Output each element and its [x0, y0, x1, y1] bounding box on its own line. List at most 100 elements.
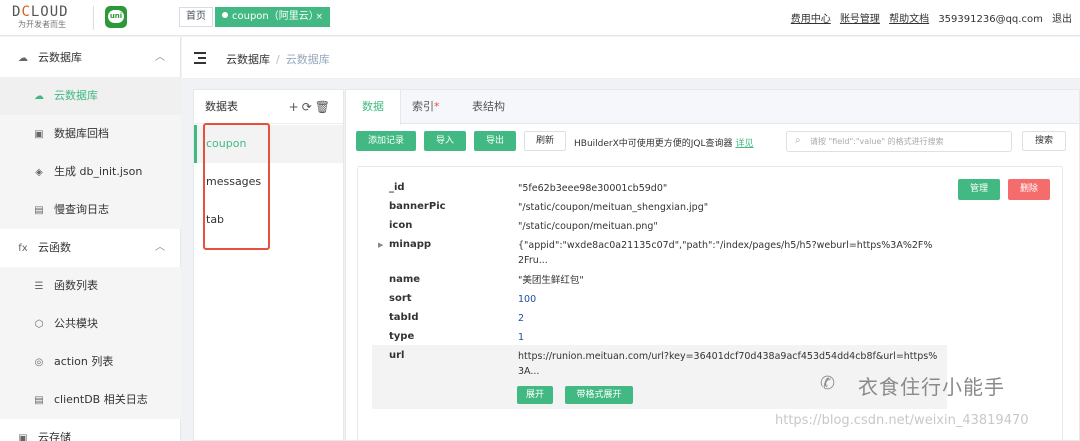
watermark-url: https://blog.csdn.net/weixin_43819470: [775, 413, 1029, 428]
breadcrumb: 云数据库 / 云数据库: [226, 51, 330, 67]
field-key: icon: [389, 220, 413, 231]
field-key: url: [389, 350, 405, 361]
add-record-button[interactable]: 添加记录: [356, 131, 416, 151]
rollback-icon: ▣: [34, 129, 44, 140]
top-links: 费用中心 账号管理 帮助文档 359391236@qq.com 退出: [785, 10, 1072, 25]
format-expand-button[interactable]: 带格式展开: [565, 386, 633, 404]
field-key: name: [389, 274, 421, 285]
refresh-icon[interactable]: ⟳: [302, 100, 315, 114]
field-key: tabId: [389, 312, 419, 323]
field-key: bannerPic: [389, 201, 446, 212]
sidebar-item-label: 公共模块: [54, 317, 98, 330]
jql-hint-text: HBuilderX中可使用更方便的JQL查询器: [574, 139, 733, 149]
expand-button[interactable]: 展开: [517, 386, 553, 404]
cloud-db-icon: ☁: [18, 53, 28, 64]
field-key: _id: [389, 182, 405, 193]
fx-icon: fx: [18, 243, 28, 254]
chevron-up-icon: ︿: [155, 242, 165, 253]
uni-logo-icon[interactable]: uni: [105, 6, 127, 28]
sidebar-item-slow-query-log[interactable]: ▤ 慢查询日志: [0, 191, 181, 229]
cloud-db-icon: ☁: [34, 91, 44, 102]
sidebar-item-label: 云数据库: [54, 89, 98, 102]
sidebar-item-clientdb-log[interactable]: ▤ clientDB 相关日志: [0, 381, 181, 419]
manage-button[interactable]: 管理: [958, 179, 1000, 200]
wechat-icon: ✆: [820, 373, 836, 394]
field-key: sort: [389, 293, 412, 304]
add-icon[interactable]: +: [289, 100, 302, 114]
field-value: "/static/coupon/meituan_shengxian.jpg": [518, 202, 709, 213]
tab-index[interactable]: 索引*: [396, 90, 456, 124]
search-input[interactable]: ⌕ 请按 "field":"value" 的格式进行搜索: [786, 131, 1012, 152]
breadcrumb-item[interactable]: 云数据库: [226, 53, 270, 66]
tab-schema[interactable]: 表结构: [456, 90, 521, 124]
refresh-button[interactable]: 刷新: [524, 131, 566, 151]
storage-icon: ▣: [18, 433, 28, 441]
sidebar-item-common-module[interactable]: ⬡ 公共模块: [0, 305, 181, 343]
jql-hint: HBuilderX中可使用更方便的JQL查询器 详见: [574, 136, 754, 149]
search-button[interactable]: 搜索: [1022, 131, 1066, 151]
sidebar-item-function-list[interactable]: ☰ 函数列表: [0, 267, 181, 305]
required-star: *: [434, 100, 440, 113]
trash-icon[interactable]: 🗑: [315, 100, 333, 114]
export-button[interactable]: 导出: [474, 131, 516, 151]
breadcrumb-bar: 云数据库 / 云数据库: [182, 37, 1080, 79]
logo-main-text: DCLOUD: [12, 4, 69, 20]
sidebar-item-label: 慢查询日志: [54, 203, 109, 216]
uni-logo-text: uni: [108, 10, 124, 23]
sidebar-item-generate-db-init[interactable]: ◈ 生成 db_init.json: [0, 153, 181, 191]
breadcrumb-current: 云数据库: [285, 53, 330, 66]
link-account[interactable]: 账号管理: [840, 14, 880, 25]
link-help[interactable]: 帮助文档: [889, 14, 929, 25]
delete-button[interactable]: 删除: [1008, 179, 1050, 200]
field-value: "/static/coupon/meituan.png": [518, 221, 658, 232]
collection-actions: +⟳🗑: [289, 90, 333, 124]
search-placeholder: 请按 "field":"value" 的格式进行搜索: [810, 137, 944, 146]
tab-coupon[interactable]: coupon（阿里云） ×: [215, 7, 330, 27]
sidebar-item-action-list[interactable]: ◎ action 列表: [0, 343, 181, 381]
sidebar-group-cloud-db[interactable]: ☁ 云数据库 ︿: [0, 39, 181, 77]
sidebar-group-cloud-function[interactable]: fx 云函数 ︿: [0, 229, 181, 267]
tab-coupon-label: coupon（阿里云）: [232, 11, 319, 22]
field-key: minapp: [389, 239, 432, 250]
field-key: type: [389, 331, 415, 342]
collection-title: 数据表: [205, 100, 238, 113]
sidebar-item-label: 函数列表: [54, 279, 98, 292]
sidebar-item-cloud-db[interactable]: ☁ 云数据库: [0, 77, 181, 115]
sidebar-group-cloud-storage[interactable]: ▣ 云存储: [0, 419, 181, 441]
tab-data[interactable]: 数据: [346, 90, 401, 125]
field-value: 100: [518, 294, 537, 305]
menu-fold-icon[interactable]: [194, 52, 208, 64]
highlight-box: [203, 123, 270, 250]
account-email: 359391236@qq.com: [938, 14, 1043, 25]
field-value: 1: [518, 332, 525, 343]
active-dot-icon: [222, 12, 228, 18]
top-bar: DCLOUD 为开发者而生 uni 首页 coupon（阿里云） × 费用中心 …: [0, 0, 1080, 36]
sidebar-item-label: action 列表: [54, 355, 114, 368]
tab-home[interactable]: 首页: [179, 7, 213, 27]
watermark-title: 衣食住行小能手: [858, 375, 1005, 399]
sidebar-item-rollback[interactable]: ▣ 数据库回档: [0, 115, 181, 153]
tab-index-label: 索引: [412, 100, 434, 113]
import-button[interactable]: 导入: [424, 131, 466, 151]
log-icon: ▤: [34, 395, 44, 406]
field-value: {"appid":"wxde8ac0a21135c07d","path":"/i…: [518, 240, 933, 266]
generate-icon: ◈: [35, 167, 43, 178]
sidebar: ☁ 云数据库 ︿ ☁ 云数据库 ▣ 数据库回档 ◈ 生成 db_init.json ▤ 慢…: [0, 37, 181, 441]
logo-divider: [93, 6, 94, 30]
field-value: "5fe62b3eee98e30001cb59d0": [518, 183, 668, 194]
logo-sub-text: 为开发者而生: [18, 20, 66, 29]
sidebar-group-label: 云函数: [38, 241, 71, 254]
logout-link[interactable]: 退出: [1052, 14, 1072, 25]
expand-caret-icon[interactable]: ▶: [378, 241, 383, 249]
chevron-up-icon: ︿: [155, 52, 165, 63]
link-billing[interactable]: 费用中心: [791, 14, 831, 25]
module-icon: ⬡: [34, 319, 44, 330]
jql-hint-link[interactable]: 详见: [736, 139, 754, 149]
log-icon: ▤: [34, 205, 44, 216]
dcloud-logo[interactable]: DCLOUD 为开发者而生: [12, 4, 90, 32]
sidebar-item-label: clientDB 相关日志: [54, 393, 148, 406]
field-value: "美团生鲜红包": [518, 275, 584, 286]
close-icon[interactable]: ×: [315, 8, 323, 26]
list-icon: ☰: [34, 281, 44, 292]
data-tabs: 数据 索引* 表结构: [346, 90, 1079, 125]
